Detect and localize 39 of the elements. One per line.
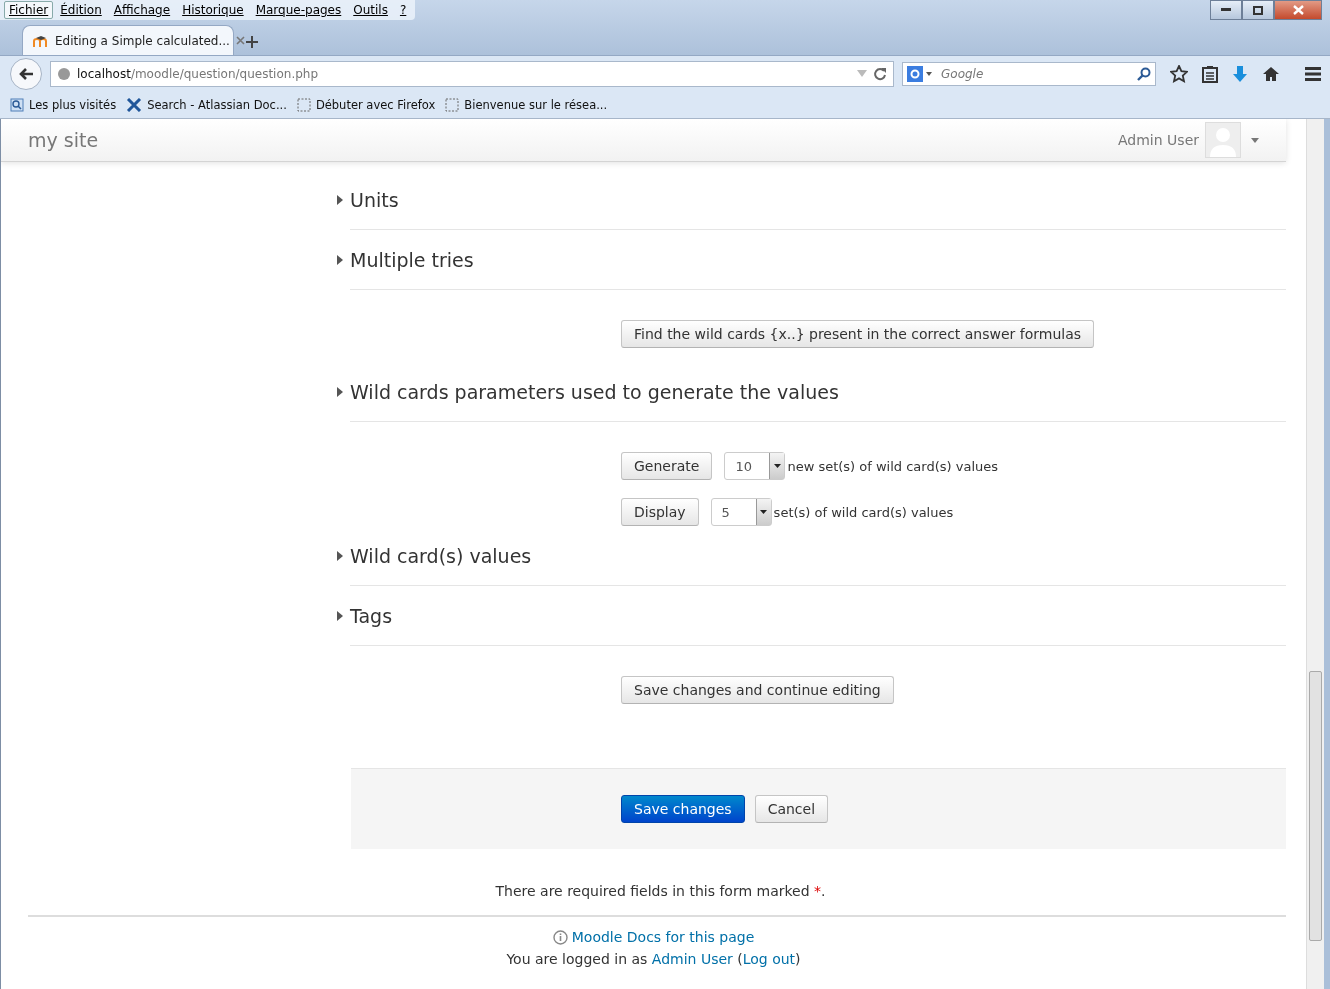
search-field[interactable]: Google (902, 62, 1156, 86)
user-link[interactable]: Admin User (651, 951, 733, 967)
count-select[interactable]: 5 (710, 498, 772, 526)
menu-item[interactable]: ? (394, 1, 412, 19)
logout-link[interactable]: Log out (742, 951, 796, 967)
bookmark-link[interactable]: Bienvenue sur le résea... (464, 98, 608, 112)
count-select[interactable]: 10 (724, 452, 786, 480)
section-heading[interactable]: Wild card(s) values (350, 544, 532, 567)
search-input[interactable]: Google (939, 66, 1133, 82)
form-button[interactable]: Save changes (621, 795, 745, 823)
docs-link[interactable]: Moodle Docs for this page (571, 929, 755, 945)
menu-item[interactable]: Édition (55, 1, 107, 19)
form-button[interactable]: Cancel (754, 795, 829, 823)
menu-item[interactable]: Historique (177, 1, 249, 19)
form-button[interactable]: Find the wild cards {x..} present in the correct answer formulas (621, 320, 1095, 348)
form-button[interactable]: Save changes and continue editing (621, 676, 894, 704)
section-heading[interactable]: Tags (350, 604, 393, 627)
menu-item[interactable]: Marque-pages (250, 1, 347, 19)
menu-item[interactable]: Affichage (108, 1, 176, 19)
section-heading[interactable]: Units (350, 188, 399, 211)
bookmark-link[interactable]: Les plus visités (29, 98, 117, 112)
section-heading[interactable]: Multiple tries (350, 248, 474, 271)
login-info: You are logged in as Admin User (Log out) (506, 951, 801, 967)
bookmark-link[interactable]: Débuter avec Firefox (315, 98, 436, 112)
url-path: /moodle/question/question.php (130, 67, 319, 81)
menu-item[interactable]: Outils (348, 1, 393, 19)
address-bar[interactable]: localhost/moodle/question/question.php (50, 61, 894, 87)
bookmark-link[interactable]: Search - Atlassian Doc... (147, 98, 287, 112)
tab-title: Editing a Simple calculated... (55, 33, 230, 48)
site-name[interactable]: my site (28, 129, 99, 151)
url-host: localhost (77, 67, 131, 81)
section-heading[interactable]: Wild cards parameters used to generate the values (350, 380, 839, 403)
user-name[interactable]: Admin User (1118, 132, 1199, 148)
form-button[interactable]: Display (621, 498, 699, 526)
menu-item[interactable]: Fichier (4, 1, 54, 19)
form-button[interactable]: Generate (621, 452, 713, 480)
select-label: new set(s) of wild card(s) values (787, 458, 999, 474)
select-label: set(s) of wild card(s) values (773, 504, 954, 520)
required-fields-note: There are required fields in this form marked *. (495, 883, 826, 899)
